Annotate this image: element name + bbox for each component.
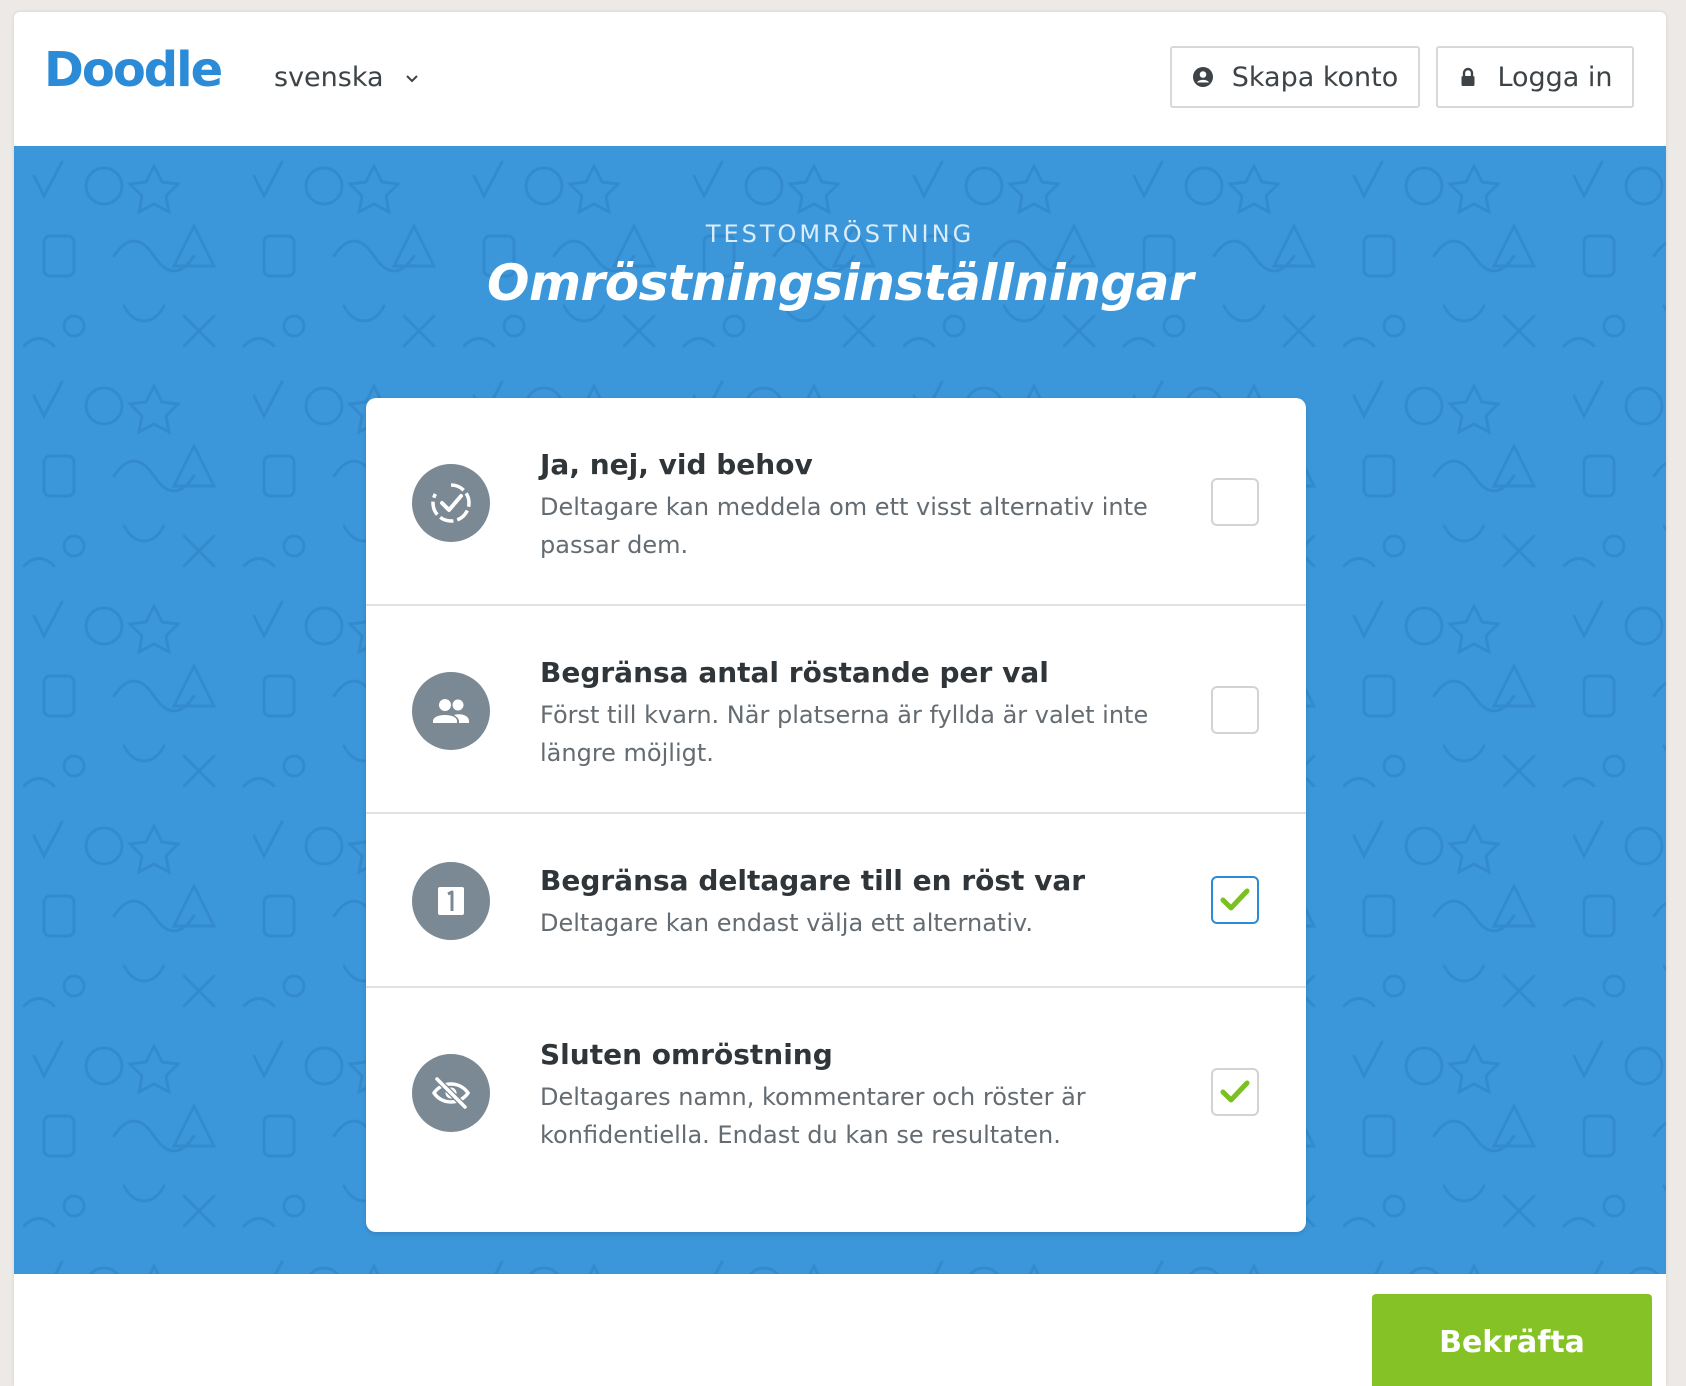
setting-description: Deltagares namn, kommentarer och röster … [540, 1083, 1086, 1149]
setting-row-limit-votes-per-option[interactable]: Begränsa antal röstande per val Först ti… [366, 606, 1306, 814]
page-title: Omröstningsinställningar [486, 254, 1194, 312]
setting-title: Sluten omröstning [540, 1038, 833, 1071]
lock-icon [1461, 67, 1475, 86]
top-navigation-bar: Doodle svenska Skapa konto Logga in [14, 12, 1666, 146]
settings-card: Ja, nej, vid behov Deltagare kan meddela… [366, 398, 1306, 1232]
setting-title: Begränsa antal röstande per val [540, 656, 1049, 689]
setting-title: Begränsa deltagare till en röst var [540, 864, 1086, 897]
language-selector[interactable]: svenska [274, 62, 420, 93]
hidden-poll-checkbox[interactable] [1211, 1068, 1259, 1116]
login-label: Logga in [1497, 61, 1613, 93]
setting-description: Deltagare kan endast välja ett alternati… [540, 909, 1033, 937]
setting-description: Först till kvarn. När platserna är fylld… [540, 701, 1149, 767]
setting-title: Ja, nej, vid behov [540, 448, 813, 481]
settings-hero: TESTOMRÖSTNING Omröstningsinställningar … [14, 146, 1666, 1274]
create-account-button[interactable]: Skapa konto [1170, 46, 1420, 108]
app-window: Doodle svenska Skapa konto Logga in TEST… [14, 12, 1666, 1386]
poll-type-label: TESTOMRÖSTNING [705, 220, 975, 248]
setting-row-yes-no-ifneedbe[interactable]: Ja, nej, vid behov Deltagare kan meddela… [366, 398, 1306, 606]
setting-description: Deltagare kan meddela om ett visst alter… [540, 493, 1148, 559]
footer-bar: Bekräfta [14, 1274, 1666, 1386]
one-vote-per-participant-checkbox[interactable] [1211, 876, 1259, 924]
user-icon [1192, 67, 1213, 87]
eye-off-icon [412, 1054, 490, 1132]
people-icon [412, 672, 490, 750]
setting-row-one-vote-per-participant[interactable]: Begränsa deltagare till en röst var Delt… [366, 814, 1306, 988]
check-circle-icon [412, 464, 490, 542]
checkmark-icon [1220, 1080, 1250, 1103]
confirm-button[interactable]: Bekräfta [1372, 1294, 1652, 1386]
chevron-down-icon [405, 74, 418, 82]
number-one-icon [412, 862, 490, 940]
yes-no-ifneedbe-checkbox[interactable] [1211, 478, 1259, 526]
doodle-logo[interactable]: Doodle [44, 42, 223, 98]
language-label: svenska [274, 62, 384, 93]
login-button[interactable]: Logga in [1436, 46, 1634, 108]
create-account-label: Skapa konto [1231, 61, 1399, 93]
limit-votes-per-option-checkbox[interactable] [1211, 686, 1259, 734]
checkmark-icon [1220, 888, 1250, 911]
setting-row-hidden-poll[interactable]: Sluten omröstning Deltagares namn, komme… [366, 988, 1306, 1232]
